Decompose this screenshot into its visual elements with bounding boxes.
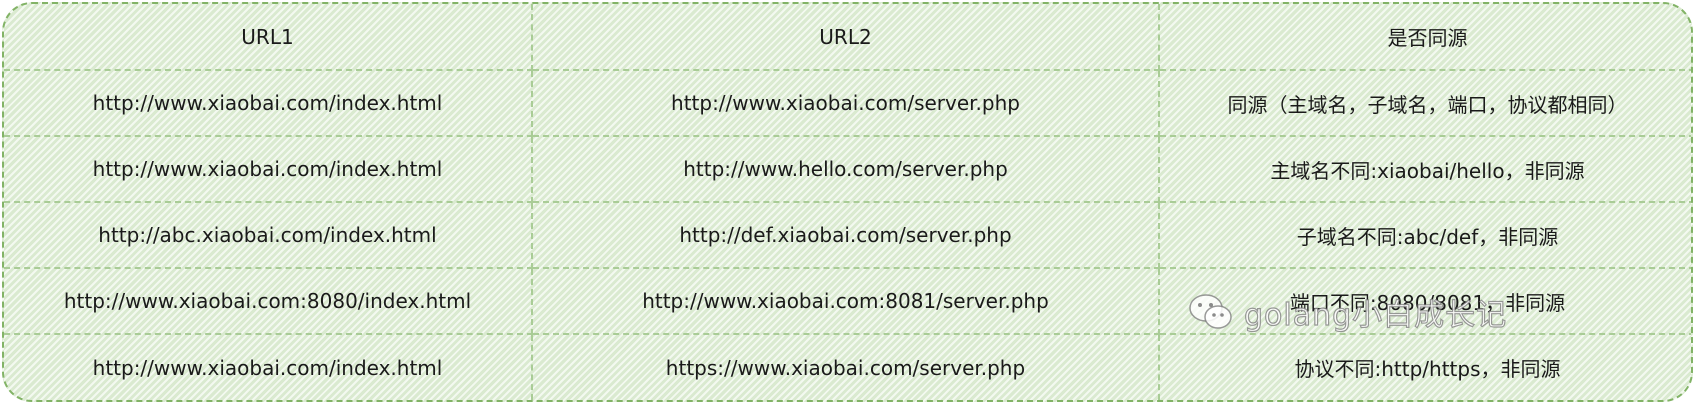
cell-same-origin: 子域名不同:abc/def，非同源 bbox=[1159, 202, 1691, 269]
table-row: http://www.xiaobai.com:8080/index.html h… bbox=[4, 268, 1691, 335]
cell-same-origin: 端口不同:8080/8081，非同源 bbox=[1159, 268, 1691, 335]
table-row: http://www.xiaobai.com/index.html https:… bbox=[4, 334, 1691, 400]
cell-url1: http://www.xiaobai.com/index.html bbox=[4, 334, 533, 400]
table-row: http://abc.xiaobai.com/index.html http:/… bbox=[4, 202, 1691, 269]
same-origin-table: URL1 URL2 是否同源 http://www.xiaobai.com/in… bbox=[4, 4, 1691, 400]
column-header-url1: URL1 bbox=[4, 4, 533, 71]
cell-same-origin: 同源（主域名，子域名，端口，协议都相同） bbox=[1159, 70, 1691, 137]
cell-url2: http://def.xiaobai.com/server.php bbox=[532, 202, 1160, 269]
comparison-table-container: URL1 URL2 是否同源 http://www.xiaobai.com/in… bbox=[2, 2, 1693, 402]
cell-url2: https://www.xiaobai.com/server.php bbox=[532, 334, 1160, 400]
table-header-row: URL1 URL2 是否同源 bbox=[4, 4, 1691, 71]
cell-same-origin: 协议不同:http/https，非同源 bbox=[1294, 357, 1561, 381]
cell-same-origin: 主域名不同:xiaobai/hello，非同源 bbox=[1159, 136, 1691, 203]
cell-url1: http://www.xiaobai.com/index.html bbox=[4, 70, 533, 137]
cell-url2: http://www.xiaobai.com:8081/server.php bbox=[532, 268, 1160, 335]
cell-url1: http://www.xiaobai.com/index.html bbox=[4, 136, 533, 203]
cell-url2: http://www.xiaobai.com/server.php bbox=[532, 70, 1160, 137]
column-header-same-origin: 是否同源 bbox=[1159, 4, 1691, 71]
cell-url2: http://www.hello.com/server.php bbox=[532, 136, 1160, 203]
column-header-url2: URL2 bbox=[532, 4, 1160, 71]
table-row: http://www.xiaobai.com/index.html http:/… bbox=[4, 70, 1691, 137]
cell-url1: http://www.xiaobai.com:8080/index.html bbox=[4, 268, 533, 335]
table-row: http://www.xiaobai.com/index.html http:/… bbox=[4, 136, 1691, 203]
cell-url1: http://abc.xiaobai.com/index.html bbox=[4, 202, 533, 269]
